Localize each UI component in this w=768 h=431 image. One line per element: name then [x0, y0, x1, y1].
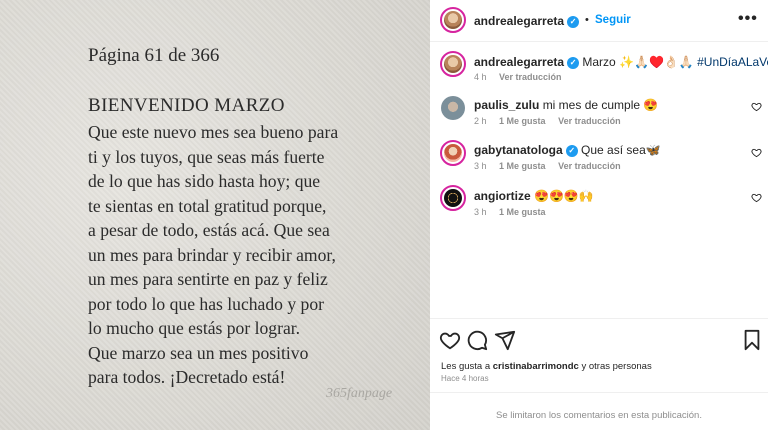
heart-icon[interactable] [751, 147, 762, 158]
separator-dot: • [585, 14, 589, 26]
likes-user-link[interactable]: cristinabarrimondc [493, 361, 579, 372]
comment-icon[interactable] [466, 329, 488, 351]
comment-avatar-image [441, 96, 465, 120]
comment-translate-link[interactable]: Ver traducción [558, 116, 621, 126]
image-body: Que este nuevo mes sea bueno para ti y l… [88, 120, 338, 390]
comment-likes[interactable]: 1 Me gusta [499, 116, 546, 126]
image-line: ti y los tuyos, que seas más fuerte [88, 146, 325, 167]
post-time[interactable]: Hace 4 horas [441, 374, 489, 383]
verified-icon: ✓ [567, 15, 580, 28]
likes-others-link[interactable]: y otras personas [581, 361, 651, 372]
comment-text: mi mes de cumple 😍 [542, 98, 659, 112]
post-image[interactable]: Página 61 de 366 BIENVENIDO MARZO Que es… [0, 0, 430, 430]
caption-hashtag[interactable]: #UnDíaALaVez [697, 55, 768, 69]
image-line: a pesar de todo, estás acá. Que sea [88, 220, 330, 240]
like-heart-icon[interactable] [439, 329, 461, 351]
caption-line: andrealegarreta ✓ Marzo ✨🙏🏻♥️👌🏻🙏🏻 #UnDíaA… [474, 55, 768, 69]
verified-icon: ✓ [567, 56, 580, 69]
heart-icon[interactable] [751, 101, 762, 112]
caption-translate-link[interactable]: Ver traducción [499, 72, 562, 82]
comment-meta: 3 h 1 Me gusta [474, 207, 556, 217]
comment-time[interactable]: 3 h [474, 207, 487, 217]
author-avatar[interactable] [440, 7, 466, 33]
image-line: un mes para brindar y recibir amor, [88, 244, 336, 265]
image-line: lo mucho que estás por lograr. [88, 318, 301, 338]
author-username-text[interactable]: andrealegarreta [474, 14, 564, 28]
author-username[interactable]: andrealegarreta ✓ [474, 14, 580, 28]
comment-likes[interactable]: 1 Me gusta [499, 161, 546, 171]
comment-avatar[interactable] [440, 140, 466, 166]
comment-avatar[interactable] [441, 96, 465, 120]
likes-summary: Les gusta a cristinabarrimondc y otras p… [441, 361, 652, 372]
image-watermark: 365fanpage [326, 386, 393, 401]
comment-line: angiortize 😍😍😍🙌 [474, 189, 594, 203]
comment-username[interactable]: angiortize [474, 189, 531, 203]
heart-icon[interactable] [751, 192, 762, 203]
likes-prefix: Les gusta a [441, 361, 491, 372]
comment-time[interactable]: 3 h [474, 161, 487, 171]
image-page-number: Página 61 de 366 [88, 45, 220, 66]
image-line: un mes para sentirte en paz y feliz [88, 269, 328, 289]
caption-username[interactable]: andrealegarreta [474, 55, 564, 69]
caption-meta: 4 h Ver traducción [474, 72, 572, 82]
comment-line: paulis_zulu mi mes de cumple 😍 [474, 98, 658, 112]
comment-line: gabytanatologa ✓ Que así sea🦋 [474, 143, 661, 157]
caption-text: Marzo ✨🙏🏻♥️👌🏻🙏🏻 [582, 55, 694, 69]
post-header: andrealegarreta ✓ • Seguir ••• [430, 0, 768, 42]
image-heading: BIENVENIDO MARZO [88, 95, 285, 116]
more-icon[interactable]: ••• [738, 10, 758, 28]
comment-avatar[interactable] [440, 185, 466, 211]
post-side-panel: andrealegarreta ✓ • Seguir ••• andrealega… [430, 0, 768, 430]
comments-footer: Se limitaron los comentarios en esta pub… [430, 392, 768, 431]
share-icon[interactable] [494, 329, 516, 351]
image-line: por todo lo que has luchado y por [88, 293, 325, 314]
comment-meta: 3 h 1 Me gusta Ver traducción [474, 161, 631, 171]
image-line: Que este nuevo mes sea bueno para [88, 122, 339, 142]
follow-button[interactable]: Seguir [595, 14, 631, 26]
comment-time[interactable]: 2 h [474, 116, 487, 126]
image-line: para todos. ¡Decretado está! [88, 367, 286, 387]
comment-likes[interactable]: 1 Me gusta [499, 207, 546, 217]
comment-avatar-image [444, 144, 462, 162]
image-line: te sientas en total gratitud porque, [88, 195, 327, 216]
image-line: Que marzo sea un mes positivo [88, 342, 309, 363]
image-line: de lo que has sido hasta hoy; que [88, 171, 321, 191]
bookmark-icon[interactable] [741, 329, 763, 351]
limited-comments-notice: Se limitaron los comentarios en esta pub… [496, 410, 702, 421]
comment-username[interactable]: paulis_zulu [474, 98, 539, 112]
comment-text: Que así sea🦋 [581, 143, 661, 157]
comment-avatar-image [444, 189, 462, 207]
comment-username[interactable]: gabytanatologa [474, 143, 563, 157]
comment-text: 😍😍😍🙌 [534, 189, 594, 203]
verified-icon: ✓ [565, 144, 578, 157]
comment-meta: 2 h 1 Me gusta Ver traducción [474, 116, 631, 126]
caption-avatar[interactable] [440, 51, 466, 77]
comment-translate-link[interactable]: Ver traducción [558, 161, 621, 171]
caption-time[interactable]: 4 h [474, 72, 487, 82]
